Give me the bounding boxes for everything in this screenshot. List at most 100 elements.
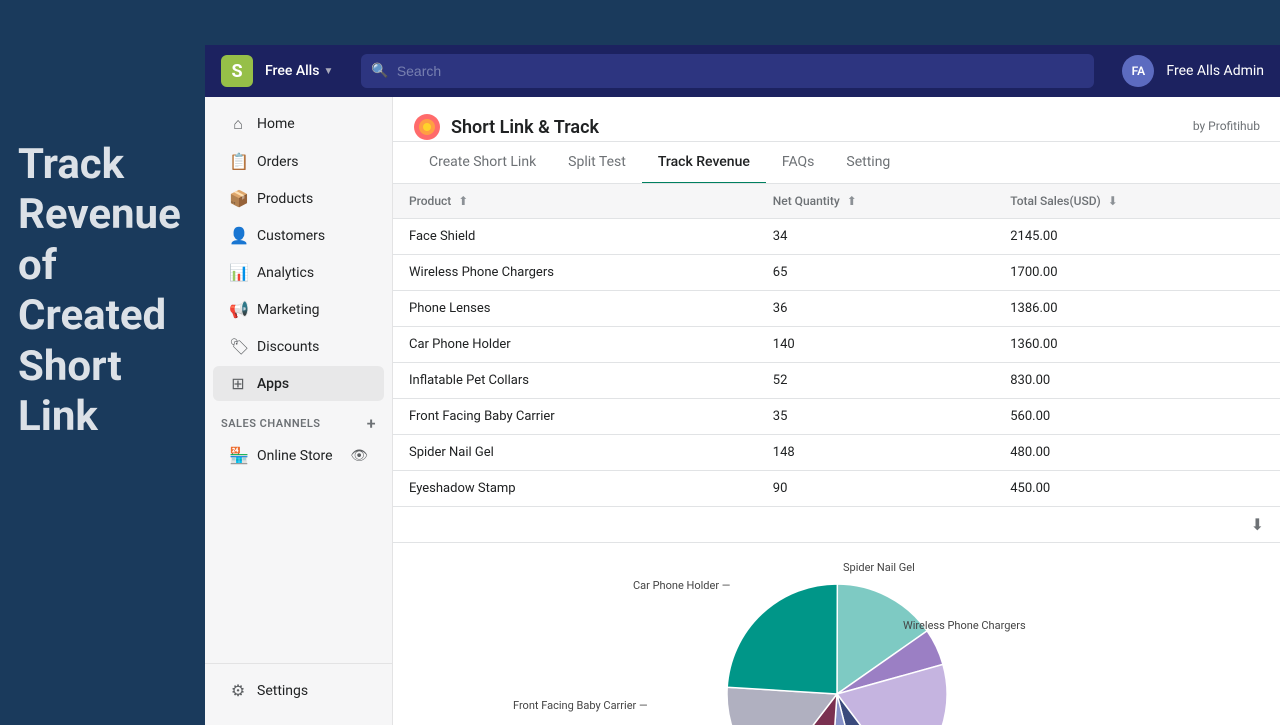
search-input[interactable] bbox=[397, 63, 1085, 79]
cell-product: Car Phone Holder bbox=[393, 327, 757, 363]
cell-product: Face Shield bbox=[393, 219, 757, 255]
col-product[interactable]: Product ⬆ bbox=[393, 184, 757, 219]
body-layout: ⌂ Home 📋 Orders 📦 Products 👤 Customers 📊… bbox=[205, 97, 1280, 725]
bg-decorative-text: TrackRevenueofCreatedShortLink bbox=[18, 140, 208, 442]
cell-product: Eyeshadow Stamp bbox=[393, 471, 757, 507]
store-name-label: Free Alls bbox=[265, 63, 319, 79]
table-row: Inflatable Pet Collars 52 830.00 bbox=[393, 363, 1280, 399]
sidebar-item-apps[interactable]: ⊞ Apps bbox=[213, 366, 384, 401]
marketing-icon: 📢 bbox=[229, 300, 247, 319]
sidebar-label-analytics: Analytics bbox=[257, 265, 314, 281]
cell-qty: 148 bbox=[757, 435, 994, 471]
tab-create-short-link[interactable]: Create Short Link bbox=[413, 142, 552, 184]
sidebar-item-marketing[interactable]: 📢 Marketing bbox=[213, 292, 384, 327]
cell-qty: 65 bbox=[757, 255, 994, 291]
sales-channels-header: SALES CHANNELS + bbox=[205, 402, 392, 437]
by-profitihub-label: by Profitihub bbox=[1193, 119, 1260, 135]
tab-track-revenue[interactable]: Track Revenue bbox=[642, 142, 766, 184]
pie-label-spider: Spider Nail Gel bbox=[843, 561, 915, 574]
apps-icon: ⊞ bbox=[229, 374, 247, 393]
cell-sales: 830.00 bbox=[994, 363, 1280, 399]
sort-product-icon: ⬆ bbox=[458, 194, 468, 208]
eye-icon[interactable]: 👁 bbox=[350, 448, 368, 464]
cell-qty: 140 bbox=[757, 327, 994, 363]
sidebar-label-orders: Orders bbox=[257, 154, 299, 170]
download-bar: ⬇ bbox=[393, 507, 1280, 543]
online-store-icon: 🏪 bbox=[229, 446, 247, 465]
home-icon: ⌂ bbox=[229, 114, 247, 134]
col-sales[interactable]: Total Sales(USD) ⬇ bbox=[994, 184, 1280, 219]
download-icon[interactable]: ⬇ bbox=[1251, 515, 1264, 534]
cell-sales: 450.00 bbox=[994, 471, 1280, 507]
sidebar-item-analytics[interactable]: 📊 Analytics bbox=[213, 255, 384, 290]
pie-chart-container: Car Phone Holder — Spider Nail Gel Wirel… bbox=[413, 559, 1260, 725]
app-header: Short Link & Track by Profitihub bbox=[393, 97, 1280, 142]
sidebar-label-online-store: Online Store bbox=[257, 448, 333, 464]
chart-area: Car Phone Holder — Spider Nail Gel Wirel… bbox=[393, 543, 1280, 725]
cell-sales: 2145.00 bbox=[994, 219, 1280, 255]
sidebar-item-orders[interactable]: 📋 Orders bbox=[213, 144, 384, 179]
cell-qty: 36 bbox=[757, 291, 994, 327]
chevron-down-icon: ▼ bbox=[323, 66, 333, 77]
customers-icon: 👤 bbox=[229, 226, 247, 245]
cell-qty: 52 bbox=[757, 363, 994, 399]
sidebar-item-home[interactable]: ⌂ Home bbox=[213, 106, 384, 142]
app-container: S Free Alls ▼ 🔍 FA Free Alls Admin ⌂ Hom… bbox=[205, 45, 1280, 725]
cell-qty: 90 bbox=[757, 471, 994, 507]
sidebar-bottom: ⚙ Settings bbox=[205, 663, 392, 717]
table-row: Car Phone Holder 140 1360.00 bbox=[393, 327, 1280, 363]
analytics-icon: 📊 bbox=[229, 263, 247, 282]
sidebar-label-products: Products bbox=[257, 191, 313, 207]
table-row: Wireless Phone Chargers 65 1700.00 bbox=[393, 255, 1280, 291]
admin-name: Free Alls Admin bbox=[1166, 63, 1264, 79]
table-container: Product ⬆ Net Quantity ⬆ Total Sales(USD… bbox=[393, 183, 1280, 543]
sidebar-label-marketing: Marketing bbox=[257, 302, 320, 318]
pie-slice[interactable] bbox=[727, 584, 837, 694]
search-icon: 🔍 bbox=[371, 63, 388, 79]
sidebar-item-online-store[interactable]: 🏪 Online Store 👁 bbox=[213, 438, 384, 473]
cell-sales: 1386.00 bbox=[994, 291, 1280, 327]
tab-faqs[interactable]: FAQs bbox=[766, 142, 831, 184]
pie-chart-svg bbox=[687, 564, 987, 725]
table-row: Phone Lenses 36 1386.00 bbox=[393, 291, 1280, 327]
sidebar-item-products[interactable]: 📦 Products bbox=[213, 181, 384, 216]
sort-qty-icon: ⬆ bbox=[847, 194, 857, 208]
search-bar[interactable]: 🔍 bbox=[361, 54, 1094, 88]
main-content: Short Link & Track by Profitihub Create … bbox=[393, 97, 1280, 725]
col-qty[interactable]: Net Quantity ⬆ bbox=[757, 184, 994, 219]
tab-split-test[interactable]: Split Test bbox=[552, 142, 642, 184]
pie-label-front: Front Facing Baby Carrier — bbox=[513, 699, 648, 712]
shopify-logo: S bbox=[221, 55, 253, 87]
app-title: Short Link & Track bbox=[451, 117, 599, 138]
orders-icon: 📋 bbox=[229, 152, 247, 171]
cell-product: Front Facing Baby Carrier bbox=[393, 399, 757, 435]
add-sales-channel-button[interactable]: + bbox=[367, 414, 376, 433]
topbar: S Free Alls ▼ 🔍 FA Free Alls Admin bbox=[205, 45, 1280, 97]
sidebar: ⌂ Home 📋 Orders 📦 Products 👤 Customers 📊… bbox=[205, 97, 393, 725]
sort-sales-icon: ⬇ bbox=[1108, 194, 1118, 208]
cell-product: Phone Lenses bbox=[393, 291, 757, 327]
cell-sales: 1360.00 bbox=[994, 327, 1280, 363]
sidebar-item-discounts[interactable]: 🏷 Discounts bbox=[213, 329, 384, 364]
sidebar-item-settings[interactable]: ⚙ Settings bbox=[213, 673, 384, 708]
app-logo-icon bbox=[413, 113, 441, 141]
sidebar-label-apps: Apps bbox=[257, 376, 289, 392]
pie-label-car-phone: Car Phone Holder — bbox=[633, 579, 730, 592]
settings-icon: ⚙ bbox=[229, 681, 247, 700]
discounts-icon: 🏷 bbox=[229, 337, 247, 356]
cell-qty: 34 bbox=[757, 219, 994, 255]
sidebar-label-settings: Settings bbox=[257, 683, 308, 699]
cell-sales: 480.00 bbox=[994, 435, 1280, 471]
sidebar-label-home: Home bbox=[257, 116, 295, 132]
table-row: Face Shield 34 2145.00 bbox=[393, 219, 1280, 255]
store-selector[interactable]: Free Alls ▼ bbox=[265, 63, 333, 79]
pie-label-wireless: Wireless Phone Chargers bbox=[903, 619, 1026, 632]
cell-qty: 35 bbox=[757, 399, 994, 435]
table-row: Spider Nail Gel 148 480.00 bbox=[393, 435, 1280, 471]
tab-setting[interactable]: Setting bbox=[830, 142, 906, 184]
sidebar-label-discounts: Discounts bbox=[257, 339, 319, 355]
sidebar-item-customers[interactable]: 👤 Customers bbox=[213, 218, 384, 253]
app-title-row: Short Link & Track bbox=[413, 113, 599, 141]
revenue-table: Product ⬆ Net Quantity ⬆ Total Sales(USD… bbox=[393, 183, 1280, 507]
cell-product: Spider Nail Gel bbox=[393, 435, 757, 471]
